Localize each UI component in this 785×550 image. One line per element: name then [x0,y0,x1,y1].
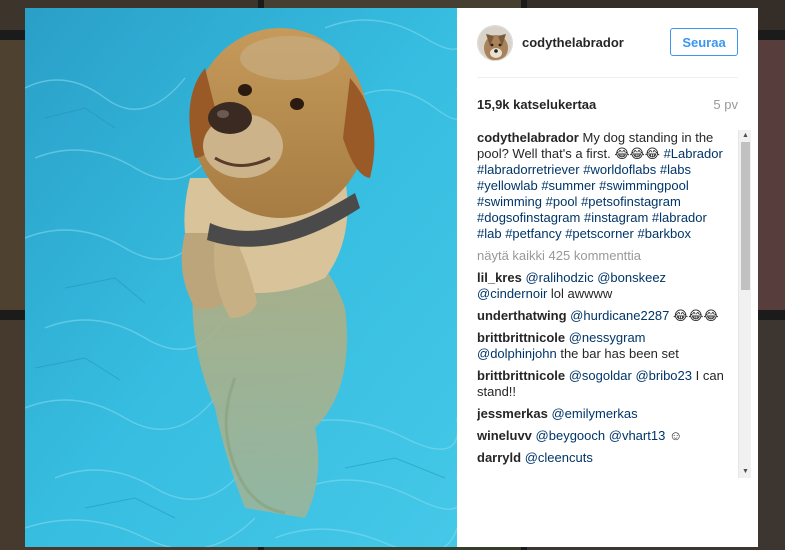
hashtag-link[interactable]: #summer [541,178,595,193]
post-caption: codythelabrador My dog standing in the p… [477,128,725,242]
hashtag-link[interactable]: #petscorner [565,226,634,241]
dog-in-pool-image [25,8,457,547]
comment-list[interactable]: codythelabrador My dog standing in the p… [477,128,725,485]
post-header: codythelabrador Seuraa [477,8,738,78]
mention-link[interactable]: @emilymerkas [551,406,637,421]
scroll-down-arrow-icon[interactable]: ▼ [739,466,752,478]
hashtag-link[interactable]: #Labrador [664,146,723,161]
mention-link[interactable]: @beygooch [536,428,606,443]
follow-button[interactable]: Seuraa [670,28,738,56]
scroll-thumb[interactable] [741,142,750,290]
comment-username[interactable]: wineluvv [477,428,532,443]
hashtag-link[interactable]: #swimmingpool [599,178,689,193]
view-count: 15,9k katselukertaa [477,96,597,112]
comment-text: the bar has been set [560,346,679,361]
mention-link[interactable]: @cindernoir [477,286,547,301]
comment-text: ☺ [668,428,683,443]
hashtag-link[interactable]: #labrador [652,210,707,225]
caption-username[interactable]: codythelabrador [477,130,579,145]
scroll-up-arrow-icon[interactable]: ▲ [739,130,752,142]
hashtag-link[interactable]: #petfancy [505,226,561,241]
comment-row: darryld @cleencuts [477,450,725,466]
comments-scrollbar[interactable]: ▲ ▼ [738,130,751,478]
comment-text: lol awwww [550,286,613,301]
comment-username[interactable]: brittbrittnicole [477,330,565,345]
post-author-username[interactable]: codythelabrador [522,35,624,50]
hashtag-link[interactable]: #pool [546,194,578,209]
comment-username[interactable]: lil_kres [477,270,522,285]
mention-link[interactable]: @bribo23 [635,368,692,383]
comment-username[interactable]: brittbrittnicole [477,368,565,383]
mention-link[interactable]: @sogoldar [569,368,632,383]
load-more-comments-link[interactable]: näytä kaikki 425 kommenttia [477,248,725,264]
post-modal: codythelabrador Seuraa 15,9k katselukert… [25,8,758,547]
hashtag-link[interactable]: #swimming [477,194,542,209]
comment-row: jessmerkas @emilymerkas [477,406,725,422]
post-details-panel: codythelabrador Seuraa 15,9k katselukert… [457,8,758,547]
mention-link[interactable]: @vhart13 [609,428,666,443]
post-video[interactable] [25,8,457,547]
comment-username[interactable]: underthatwing [477,308,567,323]
hashtag-link[interactable]: #labradorretriever [477,162,580,177]
mention-link[interactable]: @dolphinjohn [477,346,557,361]
post-stats: 15,9k katselukertaa 5 pv [477,94,738,114]
hashtag-link[interactable]: #petsofinstagram [581,194,681,209]
comment-items: lil_kres @ralihodzic @bonskeez @cinderno… [477,270,725,466]
comment-row: wineluvv @beygooch @vhart13 ☺ [477,428,725,444]
profile-photo-icon [478,25,512,60]
hashtag-link[interactable]: #lab [477,226,502,241]
hashtag-link[interactable]: #barkbox [637,226,690,241]
post-age[interactable]: 5 pv [713,97,738,112]
hashtag-link[interactable]: #labs [660,162,691,177]
comment-row: brittbrittnicole @sogoldar @bribo23 I ca… [477,368,725,400]
comment-text: 😂😂😂 [673,308,719,323]
hashtag-link[interactable]: #dogsofinstagram [477,210,580,225]
avatar[interactable] [477,24,513,61]
mention-link[interactable]: @hurdicane2287 [570,308,669,323]
hashtag-link[interactable]: #worldoflabs [583,162,656,177]
mention-link[interactable]: @nessygram [569,330,646,345]
comment-username[interactable]: jessmerkas [477,406,548,421]
comment-username[interactable]: darryld [477,450,521,465]
comment-row: lil_kres @ralihodzic @bonskeez @cinderno… [477,270,725,302]
hashtag-link[interactable]: #yellowlab [477,178,538,193]
mention-link[interactable]: @bonskeez [597,270,666,285]
mention-link[interactable]: @cleencuts [525,450,593,465]
comment-row: brittbrittnicole @nessygram @dolphinjohn… [477,330,725,362]
mention-link[interactable]: @ralihodzic [525,270,593,285]
hashtag-link[interactable]: #instagram [584,210,648,225]
comment-row: underthatwing @hurdicane2287 😂😂😂 [477,308,725,324]
